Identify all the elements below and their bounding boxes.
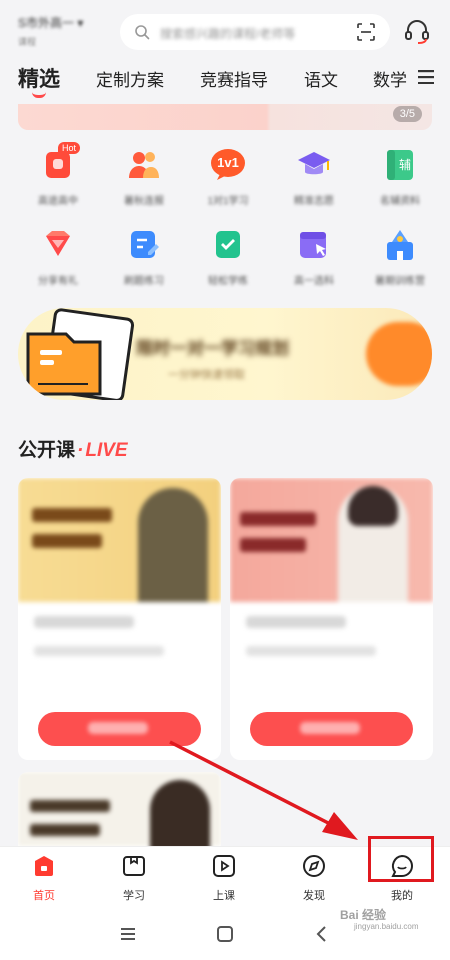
watermark: Bai 经验 jingyan.baidu.com [340,906,418,931]
tab-chinese[interactable]: 语文 [304,66,338,91]
card-thumbnail [18,478,221,602]
tutoring-text: 辅 [398,158,411,172]
promo-action-button[interactable] [366,322,432,386]
grid-item-tutoring[interactable]: 辅 名辅资料 [368,146,432,207]
open-class-card[interactable] [18,478,221,760]
one-on-one-text: 1v1 [217,155,239,170]
card-reserve-button[interactable] [250,712,413,746]
annotation-highlight-box [368,836,434,882]
tab-competition[interactable]: 竞赛指导 [200,66,268,91]
nav-class[interactable]: 上课 [192,853,256,903]
nav-label: 我的 [391,890,413,902]
search-placeholder: 搜索感兴趣的课程/老师等 [160,27,296,41]
grid-label: 暑期训练营 [375,276,425,287]
grid-label: 高途高中 [38,196,78,207]
banner-carousel[interactable]: 3/5 [18,104,432,130]
calendar-select-icon [296,226,332,262]
grid-item-gift[interactable]: 分享有礼 [26,226,90,287]
search-icon [135,25,150,40]
compass-icon [303,855,325,877]
nav-study[interactable]: 学习 [102,853,166,903]
menu-icon[interactable] [418,70,434,84]
grid-item-one-on-one[interactable]: 1v1 1对1学习 [196,146,260,207]
grid-label: 名辅资料 [380,196,420,207]
school-icon [382,226,418,262]
checklist-icon [210,226,246,262]
card-title-line [246,616,346,628]
location-label: S市外高一 ▾ [18,16,84,30]
banner-page-counter: 3/5 [392,106,422,122]
grid-item-practice[interactable]: 刷题练习 [112,226,176,287]
active-tab-indicator [32,92,46,98]
grid-item-subject-select[interactable]: 高一选科 [282,226,346,287]
graduation-cap-icon [296,146,332,182]
grid-item-group-class[interactable]: 暑秋连报 [112,146,176,207]
back-icon[interactable] [312,924,332,944]
live-dot: · [77,440,84,461]
card-thumbnail [230,478,433,602]
promo-subtitle: 一分钟快速领取 [168,369,245,381]
search-bar[interactable]: 搜索感兴趣的课程/老师等 [120,14,390,50]
live-label: LIVE [85,440,128,461]
hot-badge: Hot [58,142,81,154]
promo-banner[interactable]: 限时一对一学习规划 一分钟快速领取 [18,308,432,400]
grid-label: 精准志愿 [294,196,334,207]
nav-label: 上课 [213,890,235,902]
open-class-card-partial[interactable] [18,772,221,846]
open-class-card[interactable] [230,478,433,760]
location-sub-label: 课程 [18,37,37,47]
top-header: S市外高一 ▾ 课程 搜索感兴趣的课程/老师等 [0,0,450,62]
hot-course-icon: Hot [40,142,81,182]
folder-document-icon [26,308,135,400]
promo-title: 限时一对一学习规划 [136,339,289,358]
home-icon [35,856,53,876]
location-selector[interactable]: S市外高一 ▾ 课程 [18,14,113,48]
grid-item-checklist[interactable]: 轻松学练 [196,226,260,287]
card-reserve-button[interactable] [38,712,201,746]
practice-icon [126,226,162,262]
tab-featured[interactable]: 精选 [18,63,60,93]
scan-icon[interactable] [356,22,376,42]
recent-apps-icon[interactable] [118,924,138,944]
grid-item-camp[interactable]: 暑期训练营 [368,226,432,287]
grid-item-hot-course[interactable]: Hot 高途高中 [26,142,90,207]
category-tabs: 精选 定制方案 竞赛指导 语文 数学 [0,62,450,104]
tab-custom-plan[interactable]: 定制方案 [96,66,164,91]
one-on-one-icon: 1v1 [210,146,246,182]
nav-home[interactable]: 首页 [12,853,76,903]
nav-label: 发现 [303,890,325,902]
watermark-sub: jingyan.baidu.com [354,922,419,931]
study-icon [123,856,145,876]
gift-icon [40,226,76,262]
grid-item-graduation[interactable]: 精准志愿 [282,146,346,207]
watermark-main: Bai 经验 [340,908,387,922]
grid-label: 刷题练习 [124,276,164,287]
card-subtitle-line [34,646,164,656]
home-square-icon[interactable] [215,924,235,944]
grid-label: 分享有礼 [38,276,78,287]
tab-math[interactable]: 数学 [373,66,407,91]
grid-label: 1对1学习 [207,196,249,207]
grid-label: 高一选科 [294,276,334,287]
card-title-line [34,616,134,628]
grid-label: 暑秋连报 [124,196,164,207]
group-class-icon [126,146,162,182]
grid-label: 轻松学练 [208,276,248,287]
play-class-icon [213,855,235,877]
nav-discover[interactable]: 发现 [282,853,346,903]
section-title-text: 公开课 [18,440,76,461]
nav-label: 首页 [33,890,55,902]
nav-label: 学习 [123,890,145,902]
tutoring-book-icon: 辅 [382,146,418,182]
customer-service-icon[interactable] [402,17,432,47]
card-subtitle-line [246,646,376,656]
section-title-open-class: 公开课 · LIVE [18,435,128,462]
